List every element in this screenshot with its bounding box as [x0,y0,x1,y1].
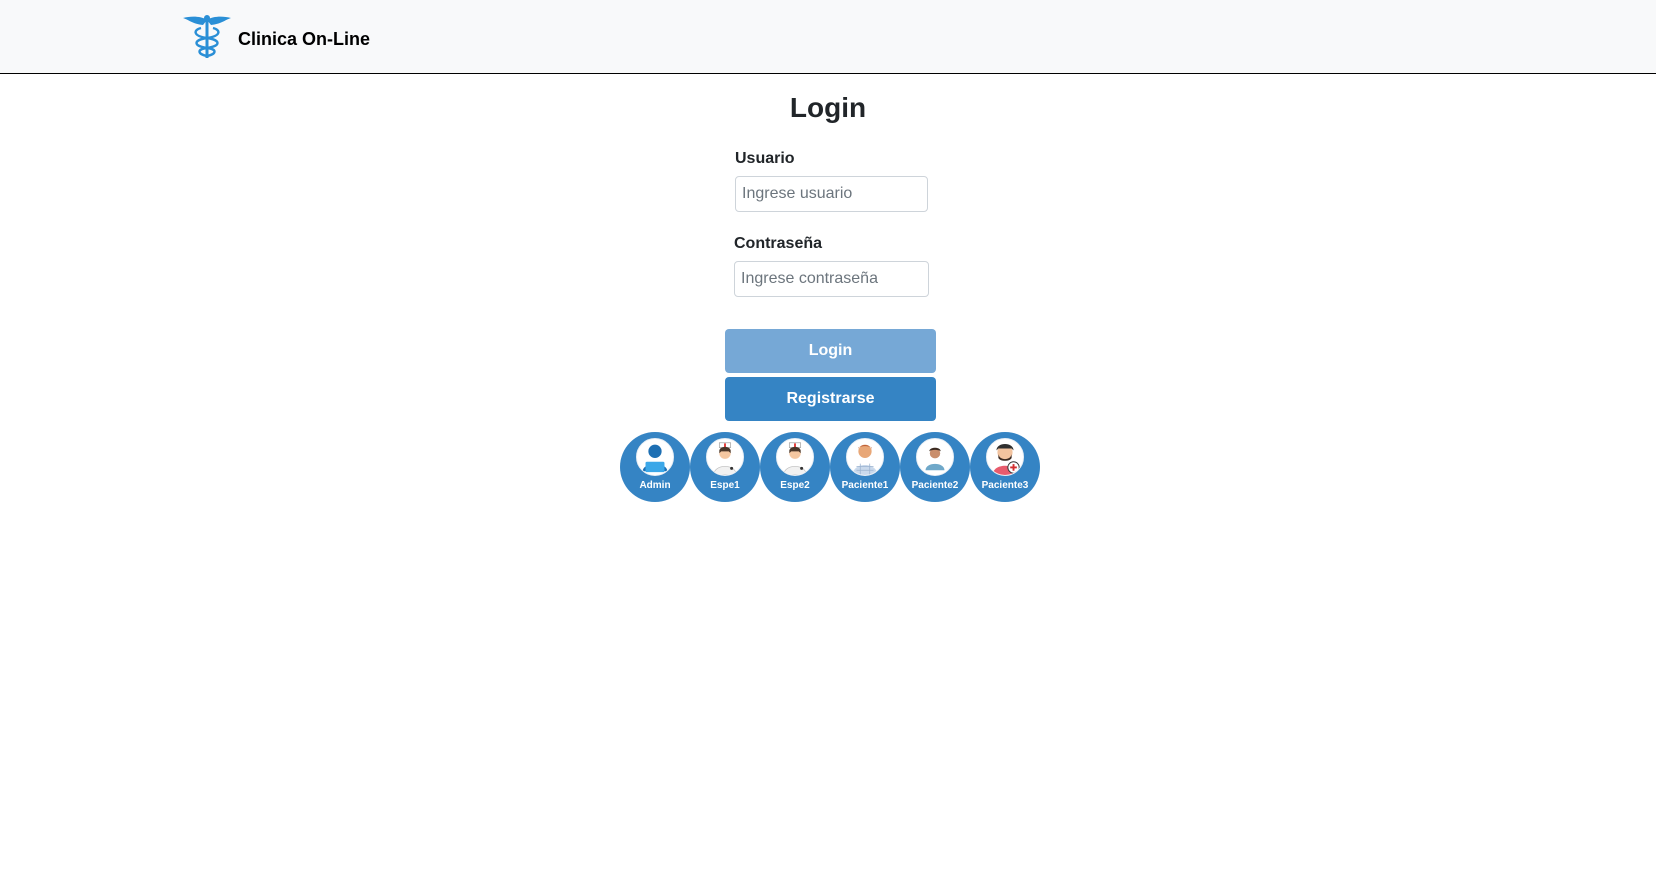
quick-login-label: Paciente2 [911,480,959,491]
caduceus-icon [181,12,233,67]
quick-login-admin[interactable]: Admin [620,432,690,502]
navbar: Clinica On-Line [0,0,1656,74]
password-input[interactable] [734,261,929,297]
patient-avatar-icon [986,438,1024,476]
page-title: Login [789,92,867,123]
quick-login-espe2[interactable]: Espe2 [760,432,830,502]
admin-avatar-icon [636,438,674,476]
quick-login-paciente3[interactable]: Paciente3 [970,432,1040,502]
quick-access-bar: Admin Espe1 Espe2 Paciente1 Paciente2 Pa… [620,432,1040,502]
password-label: Contraseña [734,235,823,252]
quick-login-espe1[interactable]: Espe1 [690,432,760,502]
usuario-label: Usuario [735,150,795,167]
quick-login-label: Espe2 [780,480,810,491]
quick-login-label: Paciente1 [841,480,889,491]
register-button[interactable]: Registrarse [725,377,936,421]
quick-login-label: Admin [639,480,671,491]
brand-title: Clinica On-Line [238,29,371,49]
quick-login-label: Paciente3 [981,480,1029,491]
usuario-input[interactable] [735,176,928,212]
patient-avatar-icon [916,438,954,476]
quick-login-paciente2[interactable]: Paciente2 [900,432,970,502]
quick-login-label: Espe1 [710,480,740,491]
brand-link[interactable]: Clinica On-Line [181,12,370,67]
quick-login-paciente1[interactable]: Paciente1 [830,432,900,502]
nurse-avatar-icon [706,438,744,476]
login-button[interactable]: Login [725,329,936,373]
patient-avatar-icon [846,438,884,476]
nurse-avatar-icon [776,438,814,476]
